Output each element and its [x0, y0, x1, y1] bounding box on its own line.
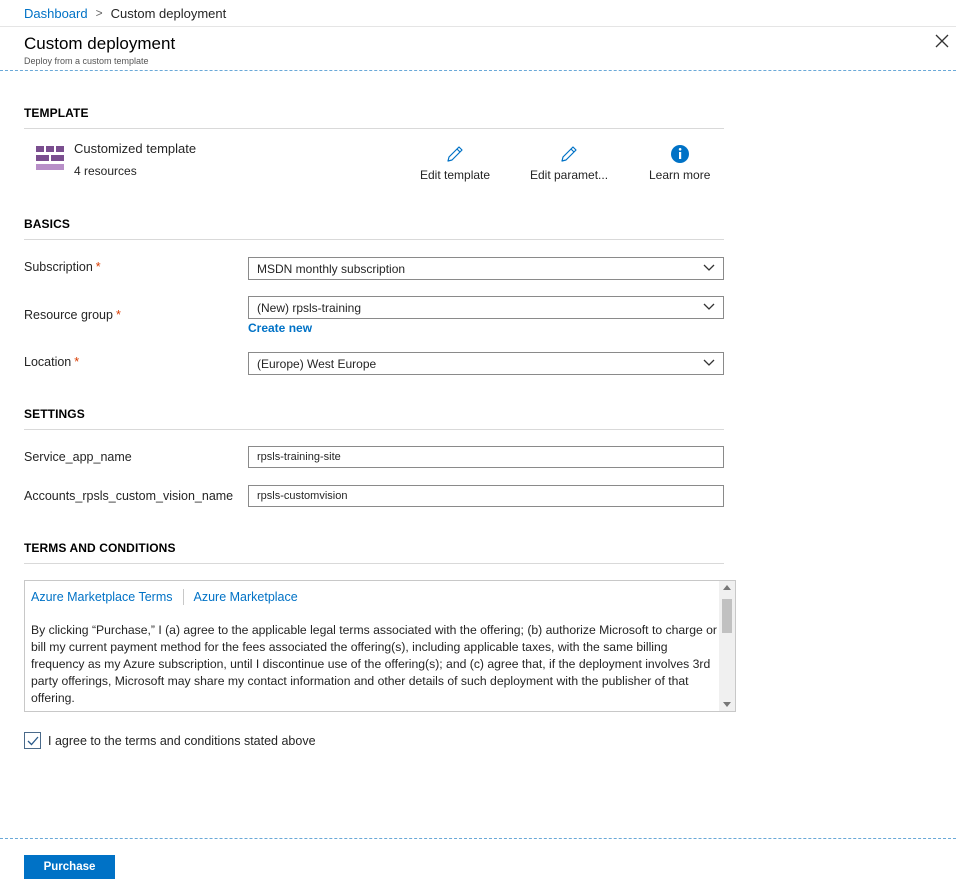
resource-group-dropdown[interactable]: (New) rpsls-training: [248, 296, 724, 319]
resource-group-value: (New) rpsls-training: [257, 301, 362, 315]
section-title-settings: SETTINGS: [24, 407, 724, 430]
location-value: (Europe) West Europe: [257, 357, 377, 371]
breadcrumb-current: Custom deployment: [110, 5, 227, 21]
template-resources-count: 4 resources: [74, 164, 137, 178]
info-icon: [670, 145, 689, 163]
agree-terms-row[interactable]: I agree to the terms and conditions stat…: [24, 732, 316, 749]
location-dropdown[interactable]: (Europe) West Europe: [248, 352, 724, 375]
terms-text: By clicking “Purchase,” I (a) agree to t…: [31, 623, 717, 705]
azure-marketplace-terms-link[interactable]: Azure Marketplace Terms: [31, 590, 173, 604]
template-name: Customized template: [74, 141, 197, 156]
service-app-name-label: Service_app_name: [24, 450, 132, 464]
edit-parameters-button[interactable]: Edit paramet...: [530, 143, 608, 182]
agree-terms-label: I agree to the terms and conditions stat…: [48, 733, 316, 748]
pencil-icon: [561, 146, 577, 162]
blade-header: Custom deployment Deploy from a custom t…: [0, 27, 956, 71]
checkmark-icon: [27, 736, 39, 746]
required-marker: *: [115, 308, 121, 322]
azure-marketplace-link[interactable]: Azure Marketplace: [194, 590, 298, 604]
location-label: Location *: [24, 355, 79, 369]
chevron-down-icon: [703, 303, 715, 310]
subscription-value: MSDN monthly subscription: [257, 262, 406, 276]
location-label-text: Location: [24, 355, 72, 369]
required-marker: *: [74, 355, 80, 369]
footer-divider: [0, 838, 956, 839]
resource-group-label: Resource group *: [24, 308, 121, 322]
edit-template-label: Edit template: [420, 168, 491, 182]
learn-more-label: Learn more: [649, 168, 711, 182]
required-marker: *: [95, 260, 101, 274]
subscription-label-text: Subscription: [24, 260, 93, 274]
terms-links: Azure Marketplace Terms Azure Marketplac…: [31, 589, 298, 605]
close-icon: [935, 34, 949, 48]
learn-more-button[interactable]: Learn more: [649, 143, 710, 182]
edit-parameters-label: Edit paramet...: [530, 168, 609, 182]
service-app-name-input[interactable]: [248, 446, 724, 468]
template-grid-icon: [36, 146, 64, 170]
edit-template-button[interactable]: Edit template: [420, 143, 490, 182]
subscription-dropdown[interactable]: MSDN monthly subscription: [248, 257, 724, 280]
chevron-down-icon: [703, 359, 715, 366]
custom-vision-name-input[interactable]: [248, 485, 724, 507]
subscription-label: Subscription *: [24, 260, 101, 274]
custom-vision-name-label: Accounts_rpsls_custom_vision_name: [24, 489, 234, 503]
create-new-resource-group-link[interactable]: Create new: [248, 321, 312, 335]
scroll-up-arrow-icon[interactable]: [723, 585, 731, 590]
purchase-button[interactable]: Purchase: [24, 855, 115, 879]
terms-box: Azure Marketplace Terms Azure Marketplac…: [24, 580, 736, 712]
agree-terms-checkbox[interactable]: [24, 732, 41, 749]
breadcrumb: Dashboard > Custom deployment: [0, 0, 956, 27]
page-subtitle: Deploy from a custom template: [24, 56, 149, 66]
chevron-down-icon: [703, 264, 715, 271]
breadcrumb-dashboard-link[interactable]: Dashboard: [24, 6, 88, 21]
breadcrumb-separator: >: [95, 6, 103, 20]
resource-group-label-text: Resource group: [24, 308, 113, 322]
section-title-basics: BASICS: [24, 217, 724, 240]
section-title-template: TEMPLATE: [24, 106, 724, 129]
close-button[interactable]: [934, 33, 950, 49]
scroll-down-arrow-icon[interactable]: [723, 702, 731, 707]
pencil-icon: [447, 146, 463, 162]
page-title: Custom deployment: [24, 34, 176, 53]
section-title-terms: TERMS AND CONDITIONS: [24, 541, 724, 564]
terms-scrollbar[interactable]: [719, 581, 735, 711]
scroll-thumb[interactable]: [722, 599, 732, 633]
terms-link-divider: [182, 589, 184, 605]
